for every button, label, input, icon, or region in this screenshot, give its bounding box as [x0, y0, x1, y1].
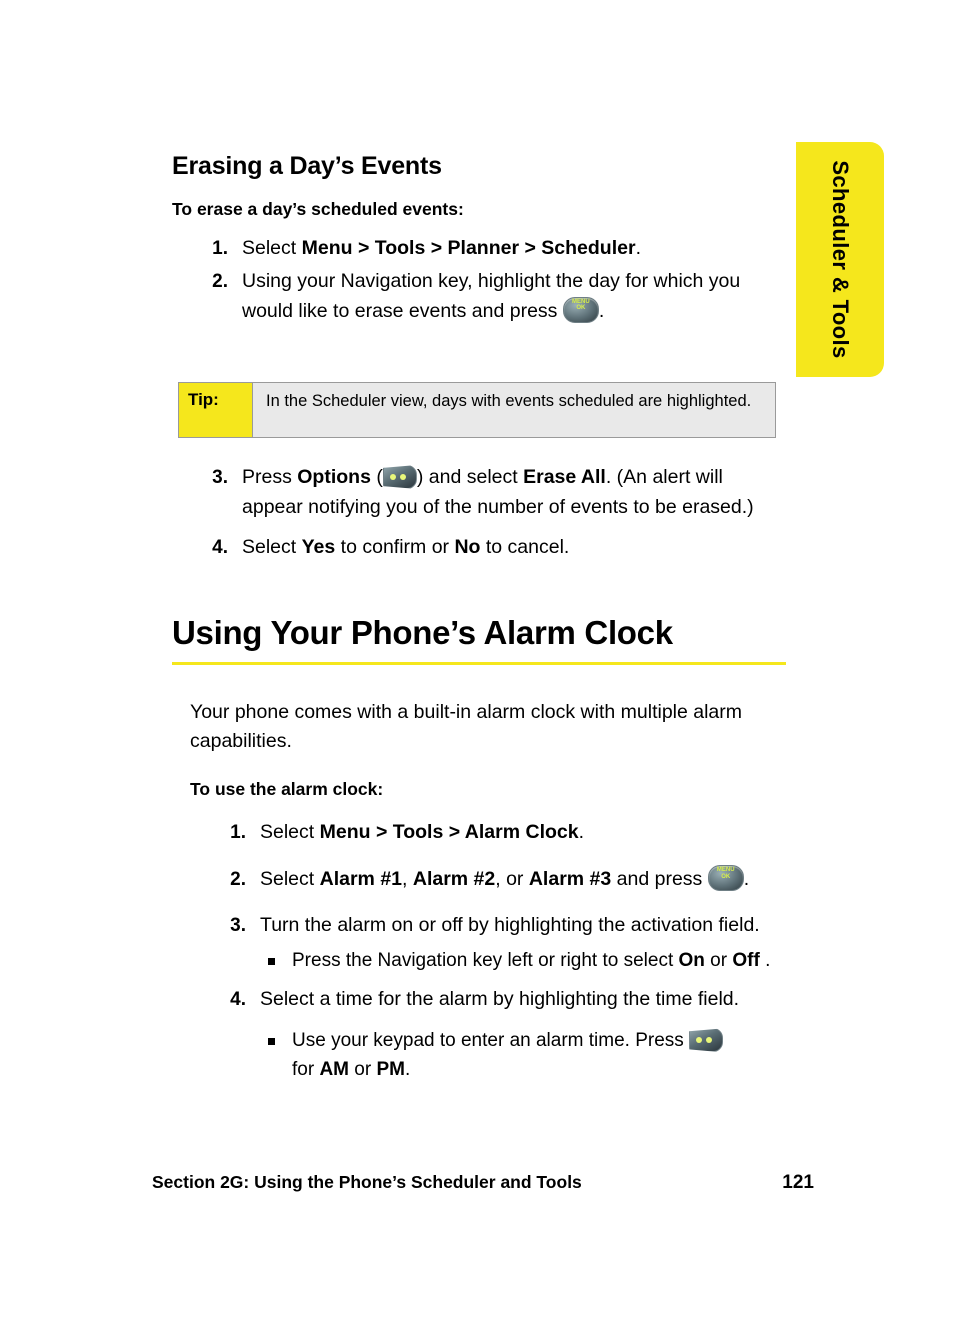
- steps-list-erase: 1. Select Menu > Tools > Planner > Sched…: [172, 234, 786, 326]
- step-text-part: ) and select: [416, 466, 524, 488]
- options-soft-key-icon: [689, 1028, 724, 1053]
- step-text-part: Select: [242, 535, 302, 558]
- list-item: 1. Select Menu > Tools > Alarm Clock.: [190, 818, 786, 848]
- step-text-bold: Alarm #3: [528, 868, 612, 891]
- step-text: Using your Navigation key, highlight the…: [242, 269, 741, 323]
- sub-list: Press the Navigation key left or right t…: [260, 947, 786, 976]
- side-tab-scheduler-tools: Scheduler & Tools: [796, 142, 884, 377]
- section-heading: Erasing a Day’s Events: [172, 152, 442, 180]
- soft-key-dot: [389, 474, 396, 480]
- page-number: 121: [782, 1172, 814, 1193]
- step-text: Select a time for the alarm by highlight…: [260, 988, 740, 1011]
- tip-callout: Tip: In the Scheduler view, days with ev…: [178, 382, 776, 438]
- section-alarm-clock: Your phone comes with a built-in alarm c…: [190, 698, 786, 1090]
- step-number: 4.: [230, 989, 246, 1011]
- page-footer: Section 2G: Using the Phone’s Scheduler …: [152, 1172, 814, 1194]
- step-number: 1.: [212, 238, 228, 259]
- section-lead: To use the alarm clock:: [190, 778, 384, 799]
- step-number: 3.: [212, 467, 228, 488]
- step-text-part: Using your Navigation key, highlight the…: [242, 269, 741, 322]
- step-text-part: to confirm or: [335, 535, 455, 558]
- footer-section-label: Section 2G: Using the Phone’s Scheduler …: [152, 1172, 582, 1192]
- step-text: Select Yes to confirm or No to cancel.: [242, 536, 569, 558]
- step-text-part: .: [635, 237, 641, 259]
- options-soft-key-icon: [382, 465, 417, 489]
- list-item: Press the Navigation key left or right t…: [260, 947, 786, 976]
- step-text: Select Menu > Tools > Planner > Schedule…: [242, 237, 641, 259]
- step-text-part: .: [743, 868, 750, 891]
- menu-ok-key-icon: [707, 865, 744, 892]
- step-text-bold: Options: [297, 466, 371, 488]
- step-text-part: ,: [402, 868, 413, 891]
- step-text-bold: Menu > Tools > Alarm Clock: [319, 820, 579, 843]
- heading-rule: [172, 662, 786, 665]
- list-item: 4. Select Yes to confirm or No to cancel…: [172, 533, 786, 563]
- step-text-bold: No: [454, 535, 481, 558]
- section-lead: To erase a day’s scheduled events:: [172, 199, 464, 219]
- step-text: Turn the alarm on or off by highlighting…: [260, 914, 760, 937]
- steps-list-alarm: 1. Select Menu > Tools > Alarm Clock. 2.…: [190, 818, 786, 1085]
- step-text-bold: Menu > Tools > Planner > Scheduler: [301, 237, 636, 259]
- step-text: Select Alarm #1, Alarm #2, or Alarm #3 a…: [260, 865, 750, 892]
- sub-step-text: Use your keypad to enter an alarm time. …: [292, 1028, 724, 1080]
- square-bullet-icon: [268, 1038, 275, 1046]
- step-number: 2.: [230, 869, 246, 891]
- step-text-bold: Alarm #1: [319, 868, 403, 891]
- step-text-part: to cancel.: [480, 535, 570, 558]
- section-erasing-days-events: Erasing a Day’s Events To erase a day’s …: [172, 152, 786, 329]
- step-text-part: Press: [242, 466, 298, 488]
- step-number: 3.: [230, 915, 246, 937]
- tip-label: Tip:: [179, 383, 253, 437]
- sub-step-text: Press the Navigation key left or right t…: [292, 950, 770, 971]
- step-text: Press Options () and select Erase All. (…: [242, 465, 754, 518]
- step-text-part: for: [292, 1058, 320, 1080]
- step-number: 4.: [212, 536, 228, 558]
- square-bullet-icon: [268, 957, 275, 965]
- step-text-bold: Alarm #2: [412, 868, 496, 891]
- tip-text: In the Scheduler view, days with events …: [253, 383, 775, 437]
- step-text-part: .: [404, 1058, 411, 1080]
- list-item: Use your keypad to enter an alarm time. …: [260, 1027, 786, 1084]
- list-item: 1. Select Menu > Tools > Planner > Sched…: [172, 234, 786, 264]
- step-text-part: , or: [495, 868, 529, 891]
- step-text-part: .: [759, 949, 771, 971]
- step-text-part: Select: [242, 237, 302, 259]
- step-text-part: Select: [260, 868, 320, 891]
- step-number: 1.: [230, 821, 246, 843]
- manual-page: Scheduler & Tools Erasing a Day’s Events…: [0, 0, 954, 1336]
- step-text-part: (: [370, 466, 383, 488]
- step-text-part: Use your keypad to enter an alarm time. …: [292, 1030, 684, 1052]
- list-item: 3. Turn the alarm on or off by highlight…: [190, 911, 786, 975]
- step-text-bold: Off: [732, 949, 760, 971]
- step-text-part: and press: [611, 868, 703, 891]
- step-text-part: or: [704, 949, 733, 971]
- side-tab-label: Scheduler & Tools: [828, 160, 853, 359]
- section-intro: Your phone comes with a built-in alarm c…: [190, 701, 743, 753]
- sub-list: Use your keypad to enter an alarm time. …: [260, 1027, 786, 1084]
- step-text-part: Select: [260, 820, 320, 843]
- step-text-part: .: [578, 820, 585, 843]
- step-text-part: .: [598, 299, 605, 322]
- chapter-heading-block: Using Your Phone’s Alarm Clock: [172, 614, 786, 665]
- step-text-bold: AM: [319, 1058, 350, 1080]
- list-item: 2. Select Alarm #1, Alarm #2, or Alarm #…: [190, 865, 786, 895]
- step-text-bold: PM: [376, 1058, 405, 1080]
- list-item: 4. Select a time for the alarm by highli…: [190, 985, 786, 1084]
- steps-list-erase-cont: 3. Press Options ( ) and select Erase All…: [172, 463, 786, 565]
- step-text-part: Press the Navigation key left or right t…: [292, 949, 679, 971]
- page-title: Using Your Phone’s Alarm Clock: [172, 614, 673, 651]
- list-item: 3. Press Options ( ) and select Erase All…: [172, 463, 786, 523]
- soft-key-dot: [399, 474, 406, 480]
- steps-list: 3. Press Options ( ) and select Erase All…: [172, 463, 786, 562]
- step-text-bold: Yes: [301, 535, 336, 558]
- step-text-bold: On: [678, 949, 705, 971]
- list-item: 2. Using your Navigation key, highlight …: [172, 267, 786, 327]
- step-text-bold: Erase All: [523, 466, 606, 488]
- step-text: Select Menu > Tools > Alarm Clock.: [260, 821, 584, 843]
- menu-ok-key-icon: [562, 296, 599, 323]
- step-text-part: or: [349, 1058, 377, 1080]
- step-number: 2.: [212, 270, 228, 292]
